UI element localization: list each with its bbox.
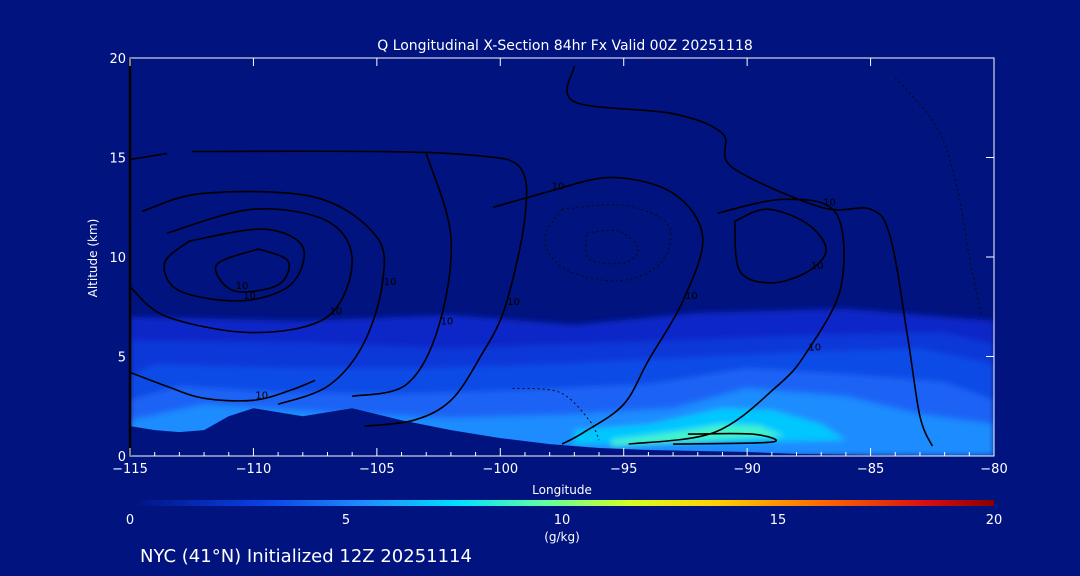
x-tick-label: −100 xyxy=(482,462,518,477)
colorbar-tick-label: 5 xyxy=(342,513,350,528)
y-tick-label: 20 xyxy=(109,52,126,67)
x-tick-label: −80 xyxy=(980,462,1007,477)
x-tick-label: −110 xyxy=(236,462,272,477)
colorbar xyxy=(130,500,994,506)
contour-label: 10 xyxy=(808,343,821,354)
y-axis-label: Altitude (km) xyxy=(86,219,100,298)
x-axis-label: Longitude xyxy=(532,483,592,497)
dotted-contour xyxy=(894,77,983,317)
colorbar-tick-label: 15 xyxy=(770,513,787,528)
y-tick-label: 0 xyxy=(118,450,126,465)
contour-line xyxy=(130,152,168,161)
contour-label: 10 xyxy=(552,181,565,192)
contour-label: 10 xyxy=(255,390,268,401)
contour-label: 10 xyxy=(236,281,249,292)
colorbar-ticks: 0 5 10 15 20 xyxy=(126,513,1002,528)
colorbar-tick-label: 0 xyxy=(126,513,134,528)
contour-line xyxy=(492,190,550,209)
dotted-contour xyxy=(585,229,640,265)
contour-label: 10 xyxy=(441,317,454,328)
y-tick-label: 15 xyxy=(109,152,126,167)
chart-title: Q Longitudinal X-Section 84hr Fx Valid 0… xyxy=(377,38,753,54)
colorbar-unit-label: (g/kg) xyxy=(544,530,580,544)
contour-label: 10 xyxy=(811,261,824,272)
contour-line xyxy=(214,248,290,293)
cross-section-figure: Q Longitudinal X-Section 84hr Fx Valid 0… xyxy=(86,38,1008,567)
contour-line xyxy=(130,208,354,334)
contour-label: 10 xyxy=(685,291,698,302)
dotted-contour xyxy=(544,204,672,282)
x-tick-label: −105 xyxy=(359,462,395,477)
plot-area: 101010101010101010101010 xyxy=(130,65,994,456)
contour-label: 10 xyxy=(384,277,397,288)
x-tick-label: −95 xyxy=(610,462,637,477)
colorbar-tick-label: 20 xyxy=(986,513,1003,528)
contour-label: 10 xyxy=(507,297,520,308)
x-tick-label: −90 xyxy=(733,462,760,477)
y-tick-label: 5 xyxy=(118,351,126,366)
y-tick-label: 10 xyxy=(109,251,126,266)
colorbar-tick-label: 10 xyxy=(554,513,571,528)
contour-label: 10 xyxy=(329,307,342,318)
x-tick-label: −85 xyxy=(857,462,884,477)
footer-run-info: NYC (41°N) Initialized 12Z 20251114 xyxy=(140,546,472,567)
